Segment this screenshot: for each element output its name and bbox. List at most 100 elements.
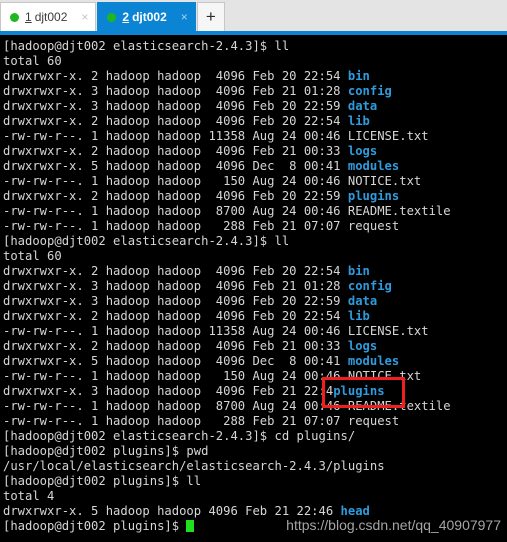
terminal-line-text: drwxrwxr-x. 3 hadoop hadoop 4096 Feb 21 … [3,384,334,398]
directory-name: plugins [347,189,400,203]
directory-name: lib [347,114,370,128]
text-cursor [186,520,195,532]
directory-name: head [340,504,370,518]
directory-name: modules [347,159,400,173]
file-name: LICENSE.txt [347,324,429,338]
file-name: NOTICE.txt [347,369,422,383]
terminal-line-text: drwxrwxr-x. 3 hadoop hadoop 4096 Feb 21 … [3,84,348,98]
directory-name: logs [347,339,378,353]
file-name: request [347,414,400,428]
terminal-line: -rw-rw-r--. 1 hadoop hadoop 288 Feb 21 0… [3,219,507,234]
terminal-line-text: -rw-rw-r--. 1 hadoop hadoop 150 Aug 24 0… [3,369,348,383]
tab-bar: 1 djt002 × 2 djt002 × + [0,0,507,31]
terminal-line: drwxrwxr-x. 2 hadoop hadoop 4096 Feb 20 … [3,69,507,84]
tab-1-close-icon[interactable]: × [81,11,88,23]
file-name: LICENSE.txt [347,129,429,143]
terminal-line-text: -rw-rw-r--. 1 hadoop hadoop 8700 Aug 24 … [3,399,348,413]
tab-2-close-icon[interactable]: × [181,11,188,23]
terminal-line: drwxrwxr-x. 2 hadoop hadoop 4096 Feb 20 … [3,309,507,324]
directory-name: logs [347,144,378,158]
terminal-line: drwxrwxr-x. 5 hadoop hadoop 4096 Dec 8 0… [3,354,507,369]
file-name: README.textile [347,204,451,218]
terminal-line-text: -rw-rw-r--. 1 hadoop hadoop 150 Aug 24 0… [3,174,348,188]
terminal-line-text: drwxrwxr-x. 3 hadoop hadoop 4096 Feb 20 … [3,294,348,308]
terminal-line-text: drwxrwxr-x. 3 hadoop hadoop 4096 Feb 20 … [3,99,348,113]
terminal-line: -rw-rw-r--. 1 hadoop hadoop 11358 Aug 24… [3,129,507,144]
terminal-line: -rw-rw-r--. 1 hadoop hadoop 8700 Aug 24 … [3,399,507,414]
terminal-line: [hadoop@djt002 elasticsearch-2.4.3]$ ll [3,39,507,54]
terminal-line-text: drwxrwxr-x. 5 hadoop hadoop 4096 Dec 8 0… [3,354,348,368]
directory-name: modules [347,354,400,368]
terminal-line: drwxrwxr-x. 3 hadoop hadoop 4096 Feb 21 … [3,384,507,399]
terminal-line-text: [hadoop@djt002 elasticsearch-2.4.3]$ cd … [3,429,356,443]
terminal-line-text: [hadoop@djt002 plugins]$ ll [3,474,202,488]
terminal-line: -rw-rw-r--. 1 hadoop hadoop 8700 Aug 24 … [3,204,507,219]
terminal-line: drwxrwxr-x. 3 hadoop hadoop 4096 Feb 20 … [3,99,507,114]
terminal-line: total 4 [3,489,507,504]
terminal-line: drwxrwxr-x. 2 hadoop hadoop 4096 Feb 20 … [3,189,507,204]
terminal-line: /usr/local/elasticsearch/elasticsearch-2… [3,459,507,474]
green-dot-icon [107,12,117,22]
terminal-line-text: drwxrwxr-x. 2 hadoop hadoop 4096 Feb 20 … [3,264,348,278]
terminal-line-text: total 4 [3,489,55,503]
terminal-line-text: drwxrwxr-x. 2 hadoop hadoop 4096 Feb 20 … [3,69,348,83]
terminal-line: drwxrwxr-x. 5 hadoop hadoop 4096 Dec 8 0… [3,159,507,174]
terminal-line-text: [hadoop@djt002 elasticsearch-2.4.3]$ ll [3,234,290,248]
file-name: request [347,219,400,233]
terminal-line: total 60 [3,54,507,69]
file-name: NOTICE.txt [347,174,422,188]
terminal-line: drwxrwxr-x. 2 hadoop hadoop 4096 Feb 21 … [3,339,507,354]
terminal-line-text: /usr/local/elasticsearch/elasticsearch-2… [3,459,385,473]
terminal-line: drwxrwxr-x. 3 hadoop hadoop 4096 Feb 21 … [3,279,507,294]
tab-2-label: djt002 [132,10,167,24]
new-tab-button[interactable]: + [196,2,225,31]
terminal-line-text: drwxrwxr-x. 2 hadoop hadoop 4096 Feb 21 … [3,144,348,158]
terminal-line: drwxrwxr-x. 2 hadoop hadoop 4096 Feb 21 … [3,144,507,159]
green-dot-icon [10,12,19,22]
terminal-line: -rw-rw-r--. 1 hadoop hadoop 150 Aug 24 0… [3,369,507,384]
terminal-line-text: drwxrwxr-x. 2 hadoop hadoop 4096 Feb 20 … [3,189,348,203]
tab-1[interactable]: 1 djt002 × [0,2,97,31]
directory-name: data [347,99,378,113]
terminal-line: total 60 [3,249,507,264]
terminal-line: [hadoop@djt002 elasticsearch-2.4.3]$ ll [3,234,507,249]
tab-1-label: djt002 [34,10,68,24]
terminal-line-text: -rw-rw-r--. 1 hadoop hadoop 288 Feb 21 0… [3,414,348,428]
directory-name: config [347,84,392,98]
directory-name: lib [347,309,370,323]
terminal-line-text: [hadoop@djt002 elasticsearch-2.4.3]$ ll [3,39,290,53]
terminal-line-text: drwxrwxr-x. 5 hadoop hadoop 4096 Dec 8 0… [3,159,348,173]
terminal-output[interactable]: [hadoop@djt002 elasticsearch-2.4.3]$ ll t… [0,35,507,542]
terminal-line-text: total 60 [3,54,62,68]
terminal-line-text: -rw-rw-r--. 1 hadoop hadoop 11358 Aug 24… [3,324,348,338]
terminal-line-text: drwxrwxr-x. 2 hadoop hadoop 4096 Feb 21 … [3,339,348,353]
tab-2-number: 2 [122,10,130,24]
terminal-line-text: total 60 [3,249,62,263]
directory-name: plugins [333,384,385,398]
terminal-line: [hadoop@djt002 plugins]$ pwd [3,444,507,459]
terminal-line-text: drwxrwxr-x. 5 hadoop hadoop 4096 Feb 21 … [3,504,341,518]
tab-bar-empty-area [224,2,507,31]
terminal-line: drwxrwxr-x. 3 hadoop hadoop 4096 Feb 20 … [3,294,507,309]
directory-name: data [347,294,378,308]
terminal-window: 1 djt002 × 2 djt002 × + [hadoop@djt002 e… [0,0,507,542]
terminal-line-text: drwxrwxr-x. 2 hadoop hadoop 4096 Feb 20 … [3,309,348,323]
tab-1-number: 1 [25,10,32,24]
terminal-line-text: -rw-rw-r--. 1 hadoop hadoop 11358 Aug 24… [3,129,348,143]
terminal-line: drwxrwxr-x. 2 hadoop hadoop 4096 Feb 20 … [3,264,507,279]
terminal-line: drwxrwxr-x. 3 hadoop hadoop 4096 Feb 21 … [3,84,507,99]
terminal-line: -rw-rw-r--. 1 hadoop hadoop 288 Feb 21 0… [3,414,507,429]
directory-name: bin [347,264,370,278]
tab-2[interactable]: 2 djt002 × [97,2,196,31]
terminal-line: [hadoop@djt002 plugins]$ ll [3,474,507,489]
terminal-line-text: drwxrwxr-x. 3 hadoop hadoop 4096 Feb 21 … [3,279,348,293]
directory-name: config [347,279,392,293]
terminal-line: -rw-rw-r--. 1 hadoop hadoop 150 Aug 24 0… [3,174,507,189]
terminal-line-text: drwxrwxr-x. 2 hadoop hadoop 4096 Feb 20 … [3,114,348,128]
watermark: https://blog.csdn.net/qq_40907977 [286,517,501,533]
file-name: README.textile [347,399,451,413]
terminal-line: -rw-rw-r--. 1 hadoop hadoop 11358 Aug 24… [3,324,507,339]
terminal-line: drwxrwxr-x. 2 hadoop hadoop 4096 Feb 20 … [3,114,507,129]
terminal-line-text: [hadoop@djt002 plugins]$ [3,519,187,533]
terminal-line-text: [hadoop@djt002 plugins]$ pwd [3,444,209,458]
